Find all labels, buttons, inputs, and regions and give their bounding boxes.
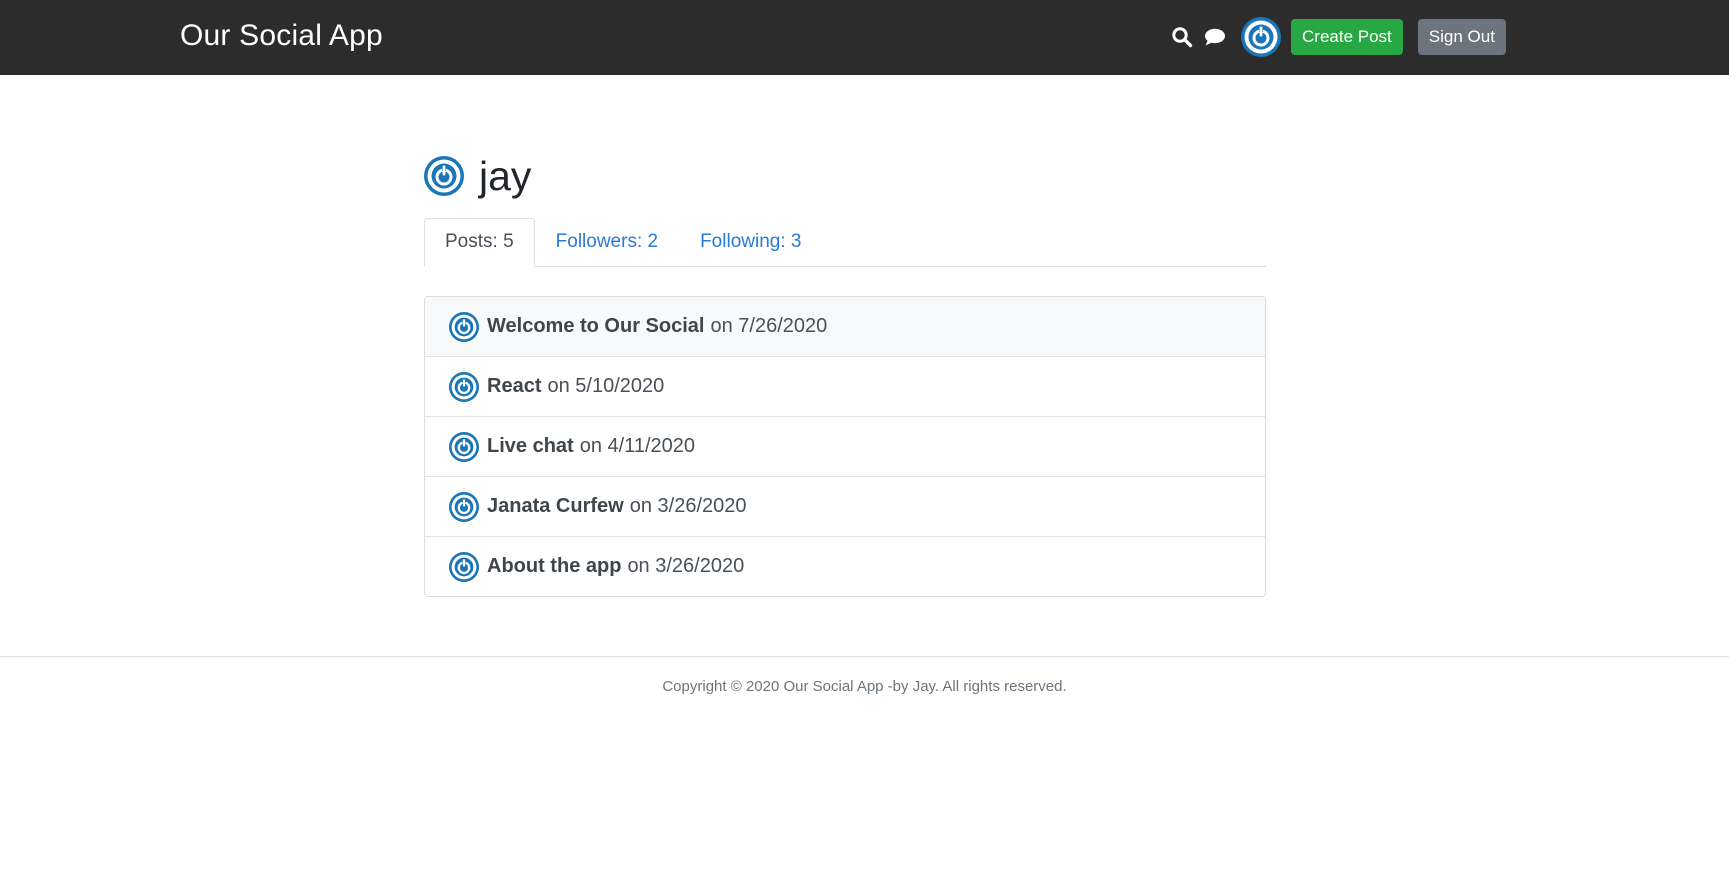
post-list: Welcome to Our Social on 7/26/2020 React… (424, 296, 1266, 597)
profile-header: jay (424, 150, 1266, 202)
post-date: on 3/26/2020 (629, 495, 747, 517)
post-date: on 7/26/2020 (710, 315, 828, 337)
create-post-button[interactable]: Create Post (1291, 19, 1403, 55)
post-title: About the app (487, 555, 622, 577)
tab-followers[interactable]: Followers: 2 (535, 218, 679, 265)
top-navbar: Our Social App Create Post Sign Out (0, 0, 1729, 75)
list-item[interactable]: Live chat on 4/11/2020 (425, 417, 1265, 477)
avatar (424, 156, 464, 196)
tab-following[interactable]: Following: 3 (679, 218, 822, 265)
post-title: React (487, 375, 542, 397)
page-footer: Copyright © 2020 Our Social App -by Jay.… (0, 656, 1729, 695)
post-date: on 3/26/2020 (627, 555, 745, 577)
list-item[interactable]: Welcome to Our Social on 7/26/2020 (425, 297, 1265, 357)
post-date: on 4/11/2020 (579, 435, 695, 457)
header-actions: Create Post Sign Out (1170, 16, 1506, 58)
brand-logo-link[interactable]: Our Social App (180, 17, 383, 55)
post-title: Live chat (487, 435, 574, 457)
search-icon[interactable] (1170, 25, 1194, 49)
list-item[interactable]: React on 5/10/2020 (425, 357, 1265, 417)
chat-icon[interactable] (1203, 25, 1227, 49)
post-title: Janata Curfew (487, 495, 624, 517)
profile-main: jay Posts: 5 Followers: 2 Following: 3 W… (424, 150, 1266, 597)
avatar[interactable] (1241, 17, 1281, 57)
tab-posts[interactable]: Posts: 5 (424, 218, 535, 267)
footer-copyright: Copyright © 2020 Our Social App -by Jay.… (662, 678, 1067, 695)
profile-tabs: Posts: 5 Followers: 2 Following: 3 (424, 218, 1266, 267)
avatar (449, 431, 479, 462)
profile-username: jay (479, 153, 532, 199)
avatar (449, 311, 479, 342)
post-date: on 5/10/2020 (547, 375, 665, 397)
post-title: Welcome to Our Social (487, 315, 705, 337)
avatar (449, 491, 479, 522)
sign-out-button[interactable]: Sign Out (1417, 19, 1506, 55)
avatar (449, 371, 479, 402)
list-item[interactable]: Janata Curfew on 3/26/2020 (425, 477, 1265, 537)
list-item[interactable]: About the app on 3/26/2020 (425, 537, 1265, 596)
avatar (449, 551, 479, 582)
